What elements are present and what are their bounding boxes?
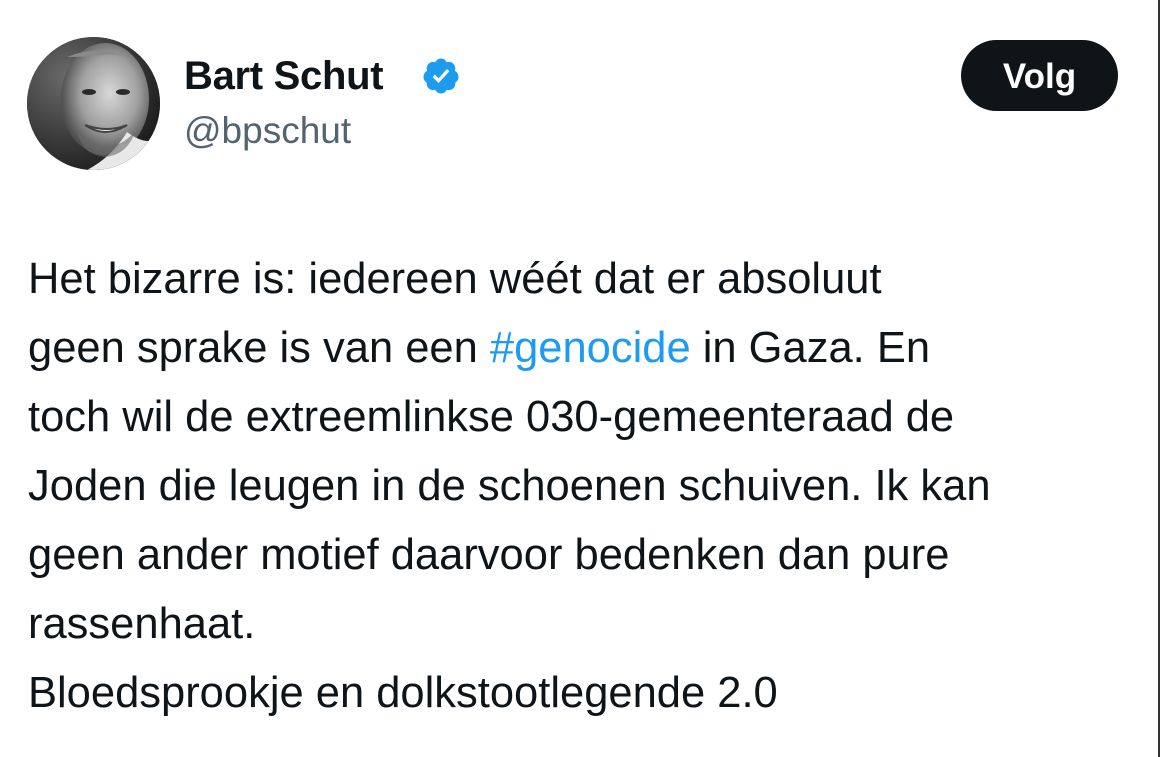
avatar-photo <box>27 37 160 170</box>
tweet-line: rassenhaat. <box>28 600 256 648</box>
hashtag-link[interactable]: #genocide <box>490 324 691 372</box>
tweet-text-segment: in Gaza. En <box>690 324 931 372</box>
tweet-card: Bart Schut @bpschut Volg Het bizarre is:… <box>0 0 1170 757</box>
tweet-text-segment: geen sprake is van een <box>28 324 490 372</box>
tweet-text: Het bizarre is: iedereen wéét dat er abs… <box>28 245 1153 728</box>
follow-button[interactable]: Volg <box>961 40 1118 111</box>
author-handle[interactable]: @bpschut <box>184 107 351 155</box>
tweet-line: Het bizarre is: iedereen wéét dat er abs… <box>28 255 882 303</box>
tweet-line: geen sprake is van een #genocide in Gaza… <box>28 314 1153 383</box>
verified-badge-icon[interactable] <box>421 56 461 96</box>
tweet-line: Bloedsprookje en dolkstootlegende 2.0 <box>28 669 778 717</box>
scrollbar-edge <box>1158 0 1160 757</box>
tweet-line: toch wil de extreemlinkse 030-gemeentera… <box>28 393 955 441</box>
avatar[interactable] <box>27 37 160 170</box>
author-name[interactable]: Bart Schut <box>184 50 384 102</box>
tweet-line: Joden die leugen in de schoenen schuiven… <box>28 462 991 510</box>
tweet-line: geen ander motief daarvoor bedenken dan … <box>28 531 950 579</box>
